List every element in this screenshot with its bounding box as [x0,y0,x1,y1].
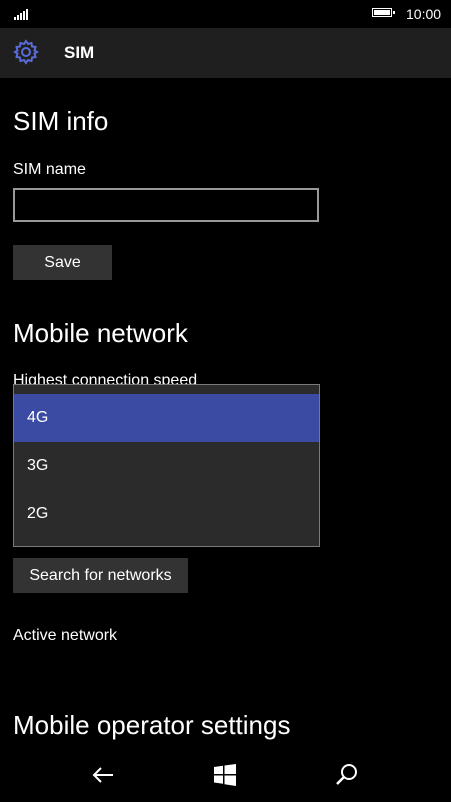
status-bar: 10:00 [0,0,451,28]
search-networks-button[interactable]: Search for networks [13,558,188,593]
operator-settings-heading: Mobile operator settings [13,710,291,740]
app-header: SIM [0,28,451,78]
connection-speed-dropdown[interactable]: 4G 3G 2G [13,384,320,547]
speed-option-3g[interactable]: 3G [14,442,319,490]
gear-icon [13,39,39,65]
sim-info-heading: SIM info [13,106,109,136]
back-arrow-icon[interactable] [90,762,116,788]
active-network-label: Active network [13,627,118,644]
save-button[interactable]: Save [13,245,112,280]
sim-name-field[interactable] [13,188,319,222]
status-time: 10:00 [406,6,442,22]
windows-start-icon[interactable] [212,762,238,788]
speed-option-4g[interactable]: 4G [14,394,319,442]
search-icon[interactable] [334,762,360,788]
sim-name-label: SIM name [13,161,86,178]
signal-icon [14,8,30,20]
page-title: SIM [64,43,95,62]
navigation-bar [0,750,451,802]
battery-icon [372,8,395,17]
speed-option-2g[interactable]: 2G [14,490,319,538]
mobile-network-heading: Mobile network [13,318,188,348]
